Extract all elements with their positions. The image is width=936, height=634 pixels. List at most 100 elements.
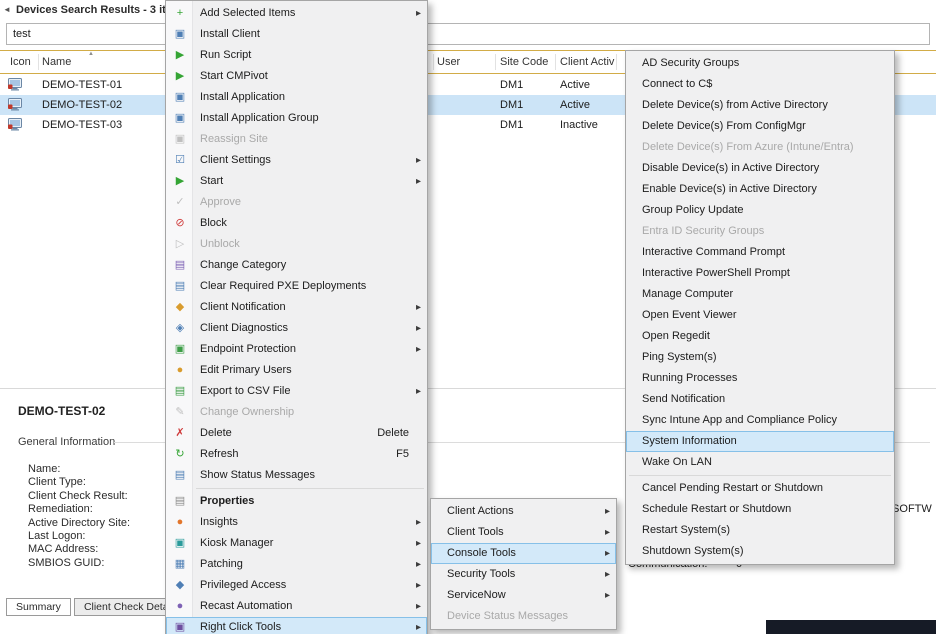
- recast-automation-icon: ●: [171, 596, 189, 617]
- menu-item-properties[interactable]: ▤Properties: [166, 491, 427, 512]
- menu-item-show-status-messages[interactable]: ▤Show Status Messages: [166, 465, 427, 486]
- menu-item-privileged-access[interactable]: ◆Privileged Access▸: [166, 575, 427, 596]
- menu-item-security-tools[interactable]: Security Tools▸: [431, 564, 616, 585]
- menu-item-block[interactable]: ⊘ Block: [166, 213, 427, 234]
- device-name-cell: DEMO-TEST-03: [42, 115, 122, 135]
- menu-item-right-click-tools[interactable]: ▣Right Click Tools▸: [166, 617, 427, 634]
- column-separator: [555, 54, 556, 70]
- detail-field-label-active-directory-site: Active Directory Site:: [28, 517, 130, 530]
- menu-item-delete[interactable]: ✗DeleteDelete: [166, 423, 427, 444]
- menu-item-label: Delete Device(s) From ConfigMgr: [642, 120, 806, 132]
- menu-item-console-tools[interactable]: Console Tools▸: [431, 543, 616, 564]
- menu-item-open-event-viewer[interactable]: Open Event Viewer: [626, 305, 894, 326]
- menu-item-label: Entra ID Security Groups: [642, 225, 764, 237]
- menu-item-shortcut: Delete: [377, 423, 409, 444]
- menu-item-label: Cancel Pending Restart or Shutdown: [642, 482, 823, 494]
- column-header-user[interactable]: User: [437, 51, 460, 73]
- column-header-icon[interactable]: Icon: [10, 51, 31, 73]
- menu-item-client-settings[interactable]: ☑Client Settings▸: [166, 150, 427, 171]
- menu-item-client-notification[interactable]: ◆Client Notification▸: [166, 297, 427, 318]
- search-input[interactable]: [6, 23, 930, 45]
- menu-item-start-cmpivot[interactable]: ▶Start CMPivot: [166, 66, 427, 87]
- menu-item-delete-device-s-from-active-directory[interactable]: Delete Device(s) from Active Directory: [626, 95, 894, 116]
- menu-item-unblock: ▷Unblock: [166, 234, 427, 255]
- menu-item-insights[interactable]: ●Insights▸: [166, 512, 427, 533]
- sort-ascending-icon: ▲: [88, 51, 94, 57]
- tab-summary[interactable]: Summary: [6, 598, 71, 616]
- details-device-title: DEMO-TEST-02: [18, 404, 105, 418]
- device-icon: [8, 98, 22, 112]
- menu-item-install-client[interactable]: ▣Install Client: [166, 24, 427, 45]
- menu-item-interactive-command-prompt[interactable]: Interactive Command Prompt: [626, 242, 894, 263]
- menu-item-patching[interactable]: ▦Patching▸: [166, 554, 427, 575]
- menu-item-group-policy-update[interactable]: Group Policy Update: [626, 200, 894, 221]
- menu-item-kiosk-manager[interactable]: ▣Kiosk Manager▸: [166, 533, 427, 554]
- menu-item-running-processes[interactable]: Running Processes: [626, 368, 894, 389]
- menu-item-refresh[interactable]: ↻RefreshF5: [166, 444, 427, 465]
- block-icon: ⊘: [171, 213, 189, 234]
- menu-item-cancel-pending-restart-or-shutdown[interactable]: Cancel Pending Restart or Shutdown: [626, 478, 894, 499]
- column-separator: [38, 54, 39, 70]
- menu-item-open-regedit[interactable]: Open Regedit: [626, 326, 894, 347]
- menu-item-interactive-powershell-prompt[interactable]: Interactive PowerShell Prompt: [626, 263, 894, 284]
- menu-item-label: Install Client: [200, 28, 260, 40]
- menu-item-endpoint-protection[interactable]: ▣Endpoint Protection▸: [166, 339, 427, 360]
- menu-item-label: Clear Required PXE Deployments: [200, 280, 366, 292]
- menu-item-client-diagnostics[interactable]: ◈Client Diagnostics▸: [166, 318, 427, 339]
- menu-item-connect-to-c[interactable]: Connect to C$: [626, 74, 894, 95]
- column-header-site-code[interactable]: Site Code: [500, 51, 548, 73]
- menu-item-ad-security-groups[interactable]: AD Security Groups: [626, 53, 894, 74]
- menu-item-label: Manage Computer: [642, 288, 733, 300]
- menu-item-disable-device-s-in-active-directory[interactable]: Disable Device(s) in Active Directory: [626, 158, 894, 179]
- menu-item-run-script[interactable]: ▶Run Script: [166, 45, 427, 66]
- menu-item-export-to-csv-file[interactable]: ▤Export to CSV File▸: [166, 381, 427, 402]
- menu-item-label: Console Tools: [447, 547, 516, 559]
- menu-item-label: Properties: [200, 495, 254, 507]
- menu-item-install-application[interactable]: ▣Install Application: [166, 87, 427, 108]
- menu-item-enable-device-s-in-active-directory[interactable]: Enable Device(s) in Active Directory: [626, 179, 894, 200]
- menu-item-ping-system-s[interactable]: Ping System(s): [626, 347, 894, 368]
- submenu-arrow-icon: ▸: [416, 596, 421, 617]
- menu-item-send-notification[interactable]: Send Notification: [626, 389, 894, 410]
- column-separator: [495, 54, 496, 70]
- menu-item-label: Send Notification: [642, 393, 725, 405]
- menu-item-clear-required-pxe-deployments[interactable]: ▤Clear Required PXE Deployments: [166, 276, 427, 297]
- column-header-client-activ[interactable]: Client Activ: [560, 51, 614, 73]
- menu-item-manage-computer[interactable]: Manage Computer: [626, 284, 894, 305]
- menu-item-install-application-group[interactable]: ▣Install Application Group: [166, 108, 427, 129]
- menu-item-delete-device-s-from-configmgr[interactable]: Delete Device(s) From ConfigMgr: [626, 116, 894, 137]
- collapse-pane-icon[interactable]: ◄: [3, 5, 11, 14]
- menu-item-restart-system-s[interactable]: Restart System(s): [626, 520, 894, 541]
- menu-item-label: Client Notification: [200, 301, 286, 313]
- menu-item-client-tools[interactable]: Client Tools▸: [431, 522, 616, 543]
- menu-item-label: Security Tools: [447, 568, 515, 580]
- menu-item-edit-primary-users[interactable]: ●Edit Primary Users: [166, 360, 427, 381]
- details-tabs: SummaryClient Check Detail: [6, 598, 186, 616]
- menu-item-add-selected-items[interactable]: +Add Selected Items▸: [166, 3, 427, 24]
- menu-item-shutdown-system-s[interactable]: Shutdown System(s): [626, 541, 894, 562]
- menu-item-label: Add Selected Items: [200, 7, 295, 19]
- delete-icon: ✗: [171, 423, 189, 444]
- detail-field-label-name: Name:: [28, 463, 130, 476]
- menu-item-servicenow[interactable]: ServiceNow▸: [431, 585, 616, 606]
- client-activity-cell: Active: [560, 95, 590, 115]
- menu-item-label: Client Actions: [447, 505, 514, 517]
- menu-item-change-category[interactable]: ▤Change Category: [166, 255, 427, 276]
- detail-field-label-smbios-guid: SMBIOS GUID:: [28, 557, 130, 570]
- column-header-name[interactable]: Name: [42, 51, 71, 73]
- menu-item-label: Show Status Messages: [200, 469, 315, 481]
- menu-item-schedule-restart-or-shutdown[interactable]: Schedule Restart or Shutdown: [626, 499, 894, 520]
- menu-item-sync-intune-app-and-compliance-policy[interactable]: Sync Intune App and Compliance Policy: [626, 410, 894, 431]
- menu-item-approve: ✓Approve: [166, 192, 427, 213]
- menu-item-label: Block: [200, 217, 227, 229]
- menu-item-recast-automation[interactable]: ●Recast Automation▸: [166, 596, 427, 617]
- reassign-site-icon: ▣: [171, 129, 189, 150]
- menu-item-client-actions[interactable]: Client Actions▸: [431, 501, 616, 522]
- menu-item-wake-on-lan[interactable]: Wake On LAN: [626, 452, 894, 473]
- menu-item-label: Start CMPivot: [200, 70, 268, 82]
- client-notification-icon: ◆: [171, 297, 189, 318]
- menu-item-label: Group Policy Update: [642, 204, 744, 216]
- menu-item-start[interactable]: ▶Start▸: [166, 171, 427, 192]
- menu-item-system-information[interactable]: System Information: [626, 431, 894, 452]
- change-category-icon: ▤: [171, 255, 189, 276]
